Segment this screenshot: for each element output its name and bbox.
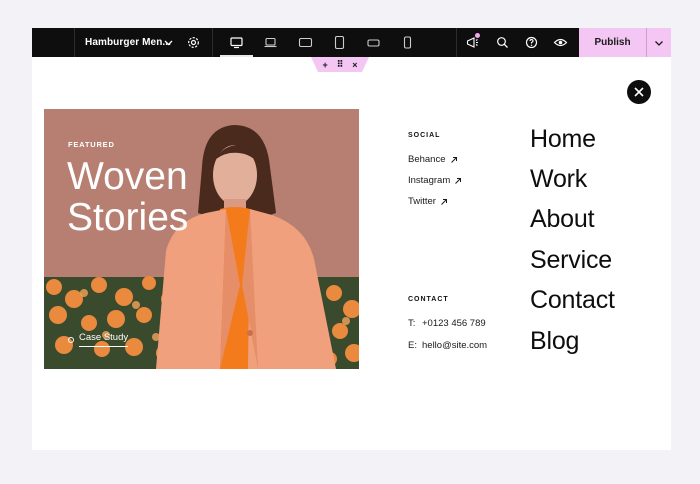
nav-item-blog[interactable]: Blog — [530, 326, 579, 356]
preview-icon[interactable] — [553, 35, 568, 50]
case-study-link[interactable]: Case Study — [68, 332, 129, 347]
featured-title: Woven Stories — [67, 156, 227, 238]
publish-button[interactable]: Publish — [579, 28, 646, 57]
featured-title-line: Stories — [67, 196, 189, 239]
mobile-portrait-icon[interactable] — [400, 35, 415, 50]
editor-toolbar: Hamburger Men... Publish — [32, 28, 671, 57]
search-icon[interactable] — [495, 35, 510, 50]
nav-item-service[interactable]: Service — [530, 245, 612, 275]
settings-icon[interactable] — [186, 35, 201, 50]
add-section-icon[interactable]: + — [322, 60, 327, 70]
nav-item-home[interactable]: Home — [530, 124, 596, 154]
nav-item-contact[interactable]: Contact — [530, 285, 615, 315]
chevron-down-icon — [655, 40, 663, 46]
notification-dot — [475, 33, 480, 38]
close-icon — [634, 87, 644, 97]
circle-icon — [68, 336, 74, 343]
contact-email[interactable]: E: hello@site.com — [408, 340, 487, 351]
social-link-behance[interactable]: Behance — [408, 154, 458, 165]
featured-title-line: Woven — [67, 155, 188, 198]
device-segment — [212, 28, 432, 57]
social-link-label: Twitter — [408, 196, 436, 207]
contact-heading: CONTACT — [408, 296, 449, 303]
phone-number: +0123 456 789 — [422, 318, 486, 329]
close-menu-button[interactable] — [627, 80, 651, 104]
featured-card[interactable]: FEATURED Woven Stories Case Study — [44, 109, 359, 369]
drag-handle-icon[interactable]: ⠿ — [337, 59, 344, 70]
arrow-up-right-icon — [441, 198, 447, 205]
featured-label: FEATURED — [68, 140, 115, 149]
section-handle[interactable]: + ⠿ × — [311, 57, 369, 72]
social-heading: SOCIAL — [408, 132, 441, 139]
remove-section-icon[interactable]: × — [352, 60, 357, 70]
desktop-icon[interactable] — [229, 35, 244, 50]
active-device-indicator — [220, 55, 253, 57]
chevron-down-icon[interactable] — [161, 35, 176, 50]
nav-item-about[interactable]: About — [530, 204, 595, 234]
tablet-landscape-icon[interactable] — [298, 35, 313, 50]
editor-canvas: Hamburger Men... Publish + ⠿ × FEATURED … — [32, 28, 671, 450]
contact-phone[interactable]: T: +0123 456 789 — [408, 318, 486, 329]
tablet-portrait-icon[interactable] — [332, 35, 347, 50]
social-link-label: Behance — [408, 154, 446, 165]
mobile-landscape-icon[interactable] — [366, 35, 381, 50]
nav-item-work[interactable]: Work — [530, 164, 587, 194]
arrow-up-right-icon — [455, 177, 462, 184]
arrow-up-right-icon — [450, 156, 457, 163]
social-link-instagram[interactable]: Instagram — [408, 175, 462, 186]
social-link-label: Instagram — [408, 175, 451, 186]
case-study-label: Case Study — [79, 332, 129, 347]
email-address: hello@site.com — [422, 340, 488, 351]
publish-options-button[interactable] — [646, 28, 671, 57]
social-link-twitter[interactable]: Twitter — [408, 196, 448, 207]
email-prefix: E: — [408, 340, 417, 351]
help-icon[interactable] — [524, 35, 539, 50]
document-title[interactable]: Hamburger Men... — [85, 37, 171, 48]
phone-prefix: T: — [408, 318, 416, 329]
laptop-icon[interactable] — [263, 35, 278, 50]
